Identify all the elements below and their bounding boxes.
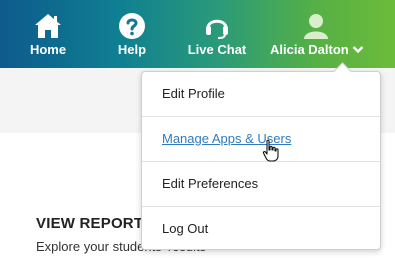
question-circle-icon [119, 13, 145, 39]
menu-item-label: Edit Profile [162, 86, 225, 101]
nav-home[interactable]: Home [22, 0, 74, 68]
menu-item-edit-profile[interactable]: Edit Profile [142, 72, 380, 116]
top-nav-bar: Home Help Live Chat Alicia Dalton [0, 0, 395, 68]
nav-help-label: Help [117, 42, 147, 57]
menu-item-manage-apps-users[interactable]: Manage Apps & Users [142, 116, 380, 160]
view-reports-title: VIEW REPORT [36, 215, 144, 232]
user-icon [304, 14, 328, 39]
menu-item-label: Edit Preferences [162, 176, 259, 191]
nav-live-chat[interactable]: Live Chat [182, 0, 252, 68]
menu-item-edit-preferences[interactable]: Edit Preferences [142, 161, 380, 205]
nav-help[interactable]: Help [106, 0, 158, 68]
menu-item-label: Log Out [162, 221, 209, 236]
hand-pointer-cursor-icon [262, 139, 279, 162]
nav-chat-label: Live Chat [187, 42, 247, 57]
menu-item-log-out[interactable]: Log Out [142, 206, 380, 250]
nav-home-label: Home [29, 42, 67, 57]
chevron-down-icon [352, 46, 364, 54]
headset-icon [206, 19, 228, 39]
home-icon [35, 14, 61, 38]
user-dropdown-menu: Edit Profile Manage Apps & Users Edit Pr… [141, 71, 381, 250]
nav-user-menu[interactable]: Alicia Dalton [266, 0, 370, 68]
